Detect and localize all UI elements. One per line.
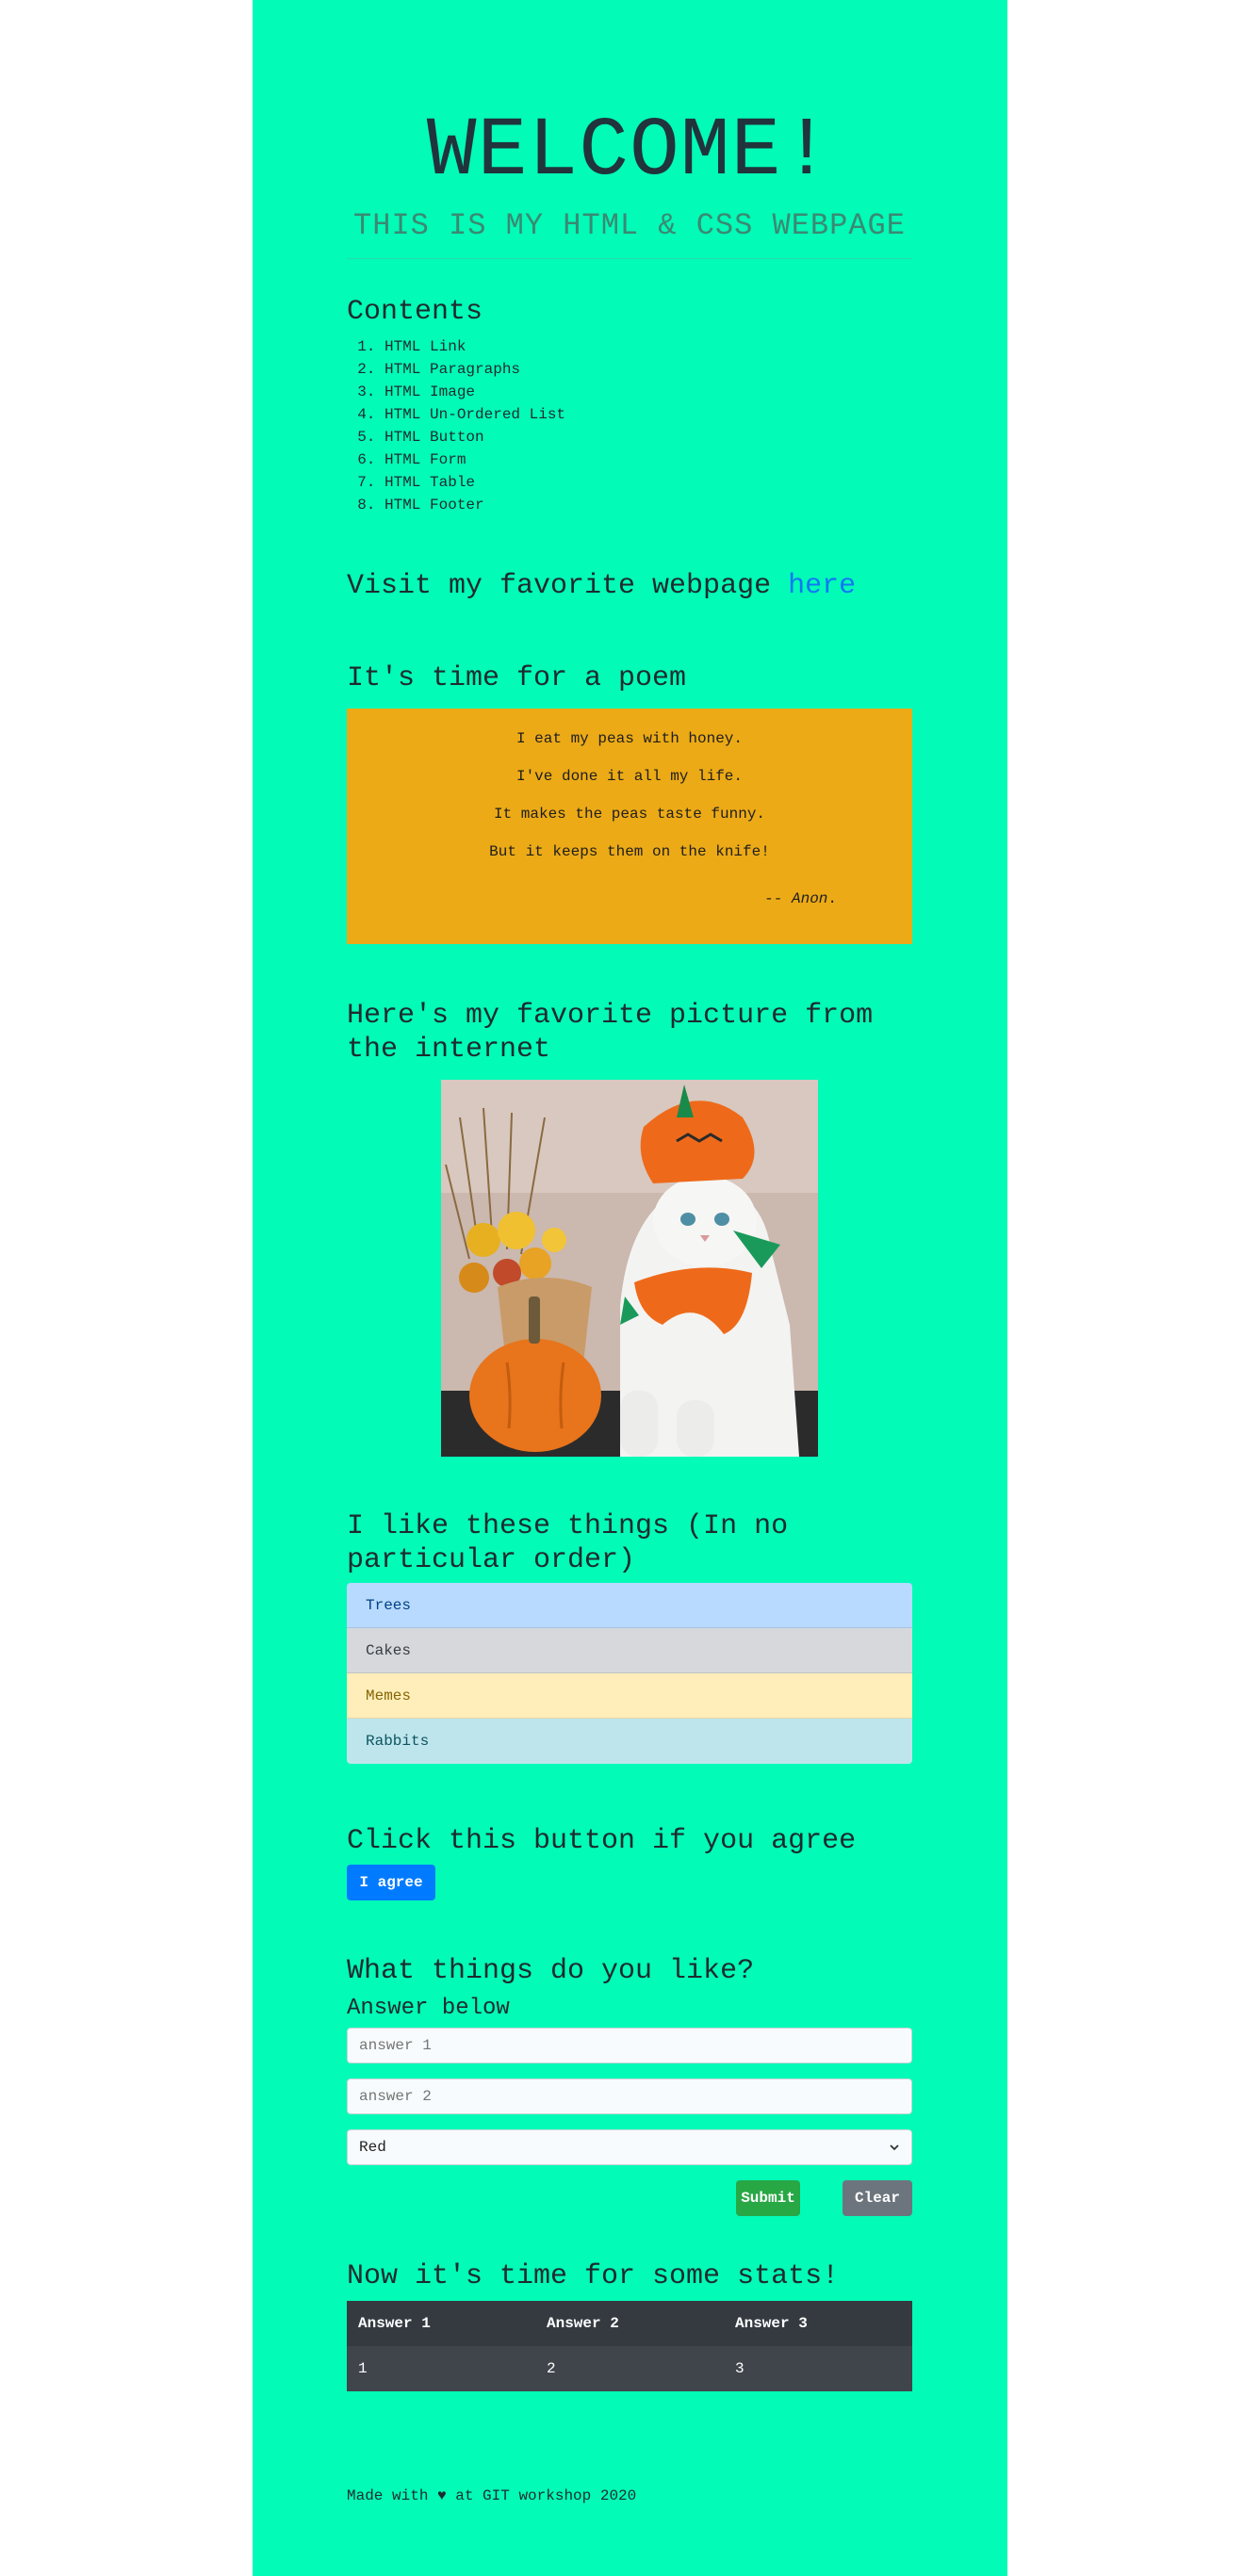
list-item: Memes [347, 1673, 912, 1719]
attribution-dash: -- [764, 890, 792, 907]
table-header-cell: Answer 2 [535, 2301, 724, 2346]
table-header-cell: Answer 1 [347, 2301, 535, 2346]
poem-block: I eat my peas with honey. I've done it a… [347, 709, 912, 944]
contents-item: HTML Button [385, 426, 565, 448]
contents-item: HTML Paragraphs [385, 358, 565, 381]
attribution-name: Anon [791, 890, 828, 907]
likes-list: Trees Cakes Memes Rabbits [347, 1583, 912, 1764]
table-header-row: Answer 1 Answer 2 Answer 3 [347, 2301, 912, 2346]
table-cell: 2 [535, 2346, 724, 2391]
likes-heading: I like these things (In no particular or… [347, 1510, 789, 1576]
poem-line: I've done it all my life. [515, 768, 744, 785]
favorite-webpage-link[interactable]: here [788, 570, 856, 602]
stats-heading: Now it's time for some stats! [347, 2260, 840, 2292]
poem-attribution: -- Anon. [347, 889, 837, 908]
picture-heading: Here's my favorite picture from the inte… [347, 1000, 874, 1066]
table-row: 1 2 3 [347, 2346, 912, 2391]
poem-line: I eat my peas with honey. [515, 730, 744, 747]
agree-button[interactable]: I agree [347, 1865, 435, 1900]
table-cell: 3 [724, 2346, 912, 2391]
contents-item: HTML Footer [385, 494, 565, 516]
heart-icon: ♥ [437, 2487, 447, 2504]
poem-heading: It's time for a poem [347, 662, 687, 694]
page-container: WELCOME! THIS IS MY HTML & CSS WEBPAGE C… [253, 0, 1007, 2576]
contents-item: HTML Form [385, 448, 565, 471]
contents-item: HTML Link [385, 335, 565, 358]
stats-table: Answer 1 Answer 2 Answer 3 1 2 3 [347, 2301, 912, 2391]
contents-item: HTML Un-Ordered List [385, 403, 565, 426]
table-header-cell: Answer 3 [724, 2301, 912, 2346]
color-select-value: Red [359, 2139, 386, 2156]
agree-heading: Click this button if you agree [347, 1825, 857, 1857]
answer-1-input[interactable] [347, 2028, 912, 2063]
chevron-down-icon [890, 2144, 899, 2151]
answer-2-input[interactable] [347, 2079, 912, 2114]
cat-pumpkin-photo [441, 1080, 818, 1457]
footer-prefix: Made with [347, 2487, 438, 2504]
poem-line: But it keeps them on the knife! [489, 843, 770, 860]
contents-item: HTML Table [385, 471, 565, 494]
form-heading: What things do you like? [347, 1955, 755, 1987]
cat-photo-illustration [441, 1080, 818, 1457]
list-item: Rabbits [347, 1719, 912, 1764]
clear-button[interactable]: Clear [843, 2180, 912, 2216]
header-divider [347, 258, 912, 259]
contents-item: HTML Image [385, 381, 565, 403]
list-item: Trees [347, 1583, 912, 1628]
contents-heading: Contents [347, 296, 483, 328]
page-title: WELCOME! [426, 106, 833, 199]
submit-button[interactable]: Submit [736, 2180, 800, 2216]
table-cell: 1 [347, 2346, 535, 2391]
attribution-period: . [827, 890, 837, 907]
form-subheading: Answer below [347, 1996, 510, 2021]
poem-line: It makes the peas taste funny. [493, 806, 766, 823]
favorite-webpage-text: Visit my favorite webpage [347, 570, 789, 602]
color-select[interactable]: Red [347, 2129, 912, 2165]
page-subtitle: THIS IS MY HTML & CSS WEBPAGE [353, 208, 906, 243]
list-item: Cakes [347, 1628, 912, 1673]
footer: Made with ♥ at GIT workshop 2020 [347, 2487, 636, 2504]
footer-suffix: at GIT workshop 2020 [446, 2487, 637, 2504]
favorite-webpage-heading: Visit my favorite webpage here [347, 569, 856, 603]
contents-list: HTML Link HTML Paragraphs HTML Image HTM… [347, 335, 565, 516]
